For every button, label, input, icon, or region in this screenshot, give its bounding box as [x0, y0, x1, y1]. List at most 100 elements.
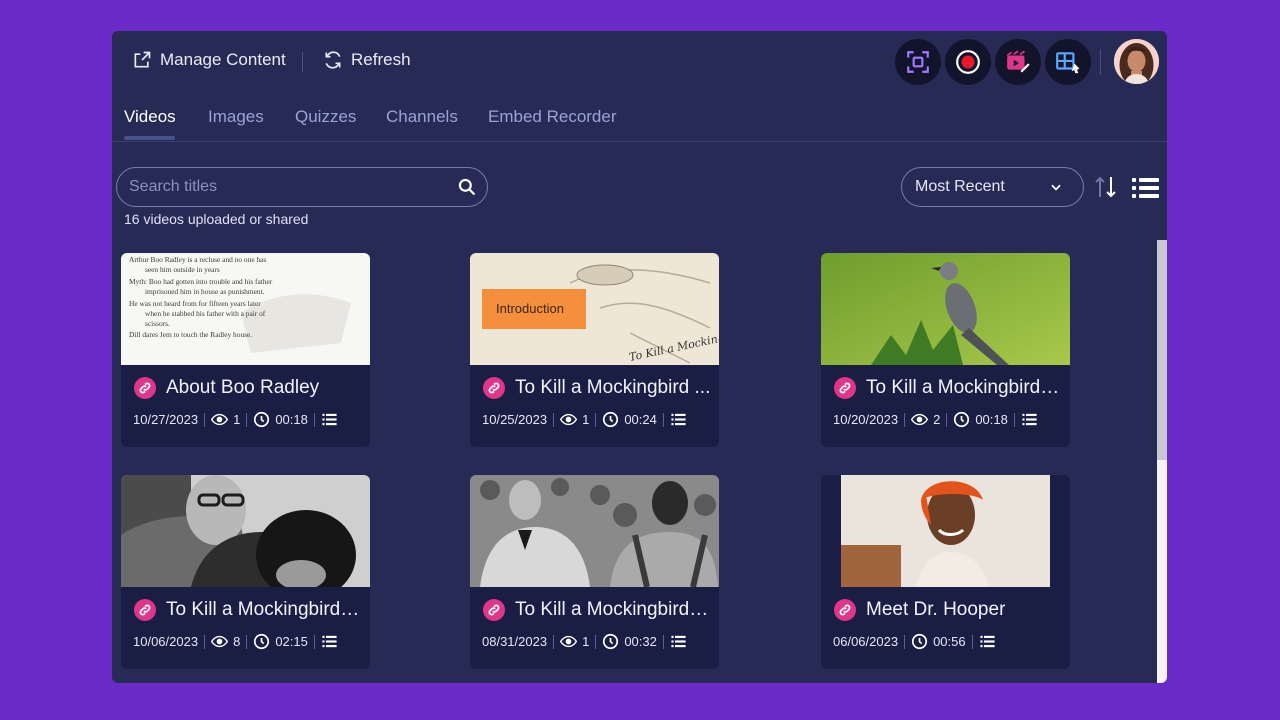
- chapters-list-icon[interactable]: [1021, 411, 1038, 428]
- chapters-list-icon[interactable]: [670, 633, 687, 650]
- search-icon[interactable]: [457, 177, 477, 197]
- manage-content-button[interactable]: Manage Content: [132, 50, 286, 70]
- slide-text-line: Myth: Boo had gotten into trouble and hi…: [129, 277, 273, 286]
- clock-icon: [954, 411, 970, 428]
- link-icon: [483, 599, 505, 621]
- clock-icon: [911, 633, 928, 650]
- slide-text-line: imprisoned him in house as punishment.: [145, 287, 265, 296]
- video-editor-button[interactable]: [995, 39, 1041, 85]
- record-icon: [956, 50, 980, 74]
- tab-embed-recorder[interactable]: Embed Recorder: [488, 107, 617, 127]
- tab-videos[interactable]: Videos: [124, 107, 176, 127]
- tab-channels[interactable]: Channels: [386, 107, 458, 127]
- sort-direction-icon[interactable]: [1092, 173, 1120, 201]
- video-title: To Kill a Mockingbird ...: [515, 377, 711, 398]
- video-date: 06/06/2023: [833, 634, 899, 649]
- slide-text-line: seen him outside in years: [145, 265, 220, 274]
- chapters-list-icon[interactable]: [670, 411, 687, 428]
- video-meta: 08/31/2023 1 00:32: [482, 633, 692, 650]
- screenshot-button[interactable]: [895, 39, 941, 85]
- grid-tool-button[interactable]: [1045, 39, 1091, 85]
- eye-icon: [560, 413, 578, 426]
- video-thumbnail: [470, 475, 719, 587]
- chapters-list-icon[interactable]: [979, 633, 996, 650]
- video-date: 10/20/2023: [833, 412, 899, 427]
- user-avatar[interactable]: [1114, 39, 1159, 84]
- chevron-down-icon: [1051, 184, 1061, 191]
- chapters-list-icon[interactable]: [321, 633, 338, 650]
- screenshot-icon: [907, 51, 929, 73]
- top-bar: Manage Content Refresh: [112, 31, 1167, 93]
- video-count-text: 16 videos uploaded or shared: [124, 211, 309, 227]
- video-meta: 10/27/2023 1 00:18: [133, 411, 343, 428]
- video-duration: 00:18: [275, 412, 308, 427]
- video-title: About Boo Radley: [166, 377, 320, 398]
- video-meta: 10/06/2023 8 02:15: [133, 633, 343, 650]
- video-thumbnail: Arthur Boo Radley is a recluse and no on…: [121, 253, 370, 365]
- sort-selected-value: Most Recent: [915, 178, 1005, 195]
- clock-icon: [254, 411, 270, 428]
- view-count: 1: [582, 412, 590, 427]
- video-duration: 00:24: [624, 412, 657, 427]
- video-date: 10/25/2023: [482, 412, 548, 427]
- video-title: To Kill a Mockingbird: ...: [515, 599, 713, 620]
- video-meta: 10/25/2023 1 00:24: [482, 411, 692, 428]
- video-card[interactable]: Introduction To Kill a Mockingbird by To…: [470, 253, 719, 447]
- video-card[interactable]: Arthur Boo Radley is a recluse and no on…: [121, 253, 370, 447]
- tab-images[interactable]: Images: [208, 107, 264, 127]
- eye-icon: [560, 635, 578, 648]
- video-duration: 00:56: [933, 634, 966, 649]
- tools-divider: [1100, 49, 1101, 75]
- video-date: 08/31/2023: [482, 634, 548, 649]
- content-panel: Manage Content Refresh Videos Images Qui…: [112, 31, 1167, 683]
- refresh-button[interactable]: Refresh: [323, 50, 411, 70]
- video-card[interactable]: To Kill a Mockingbird: ... 10/06/2023 8 …: [121, 475, 370, 669]
- clock-icon: [603, 633, 619, 650]
- tab-quizzes[interactable]: Quizzes: [295, 107, 356, 127]
- slide-text-line: He was not heard from for fifteen years …: [129, 299, 261, 308]
- video-thumbnail: [121, 475, 370, 587]
- toolbar-divider: [302, 52, 303, 72]
- content-tabs: Videos Images Quizzes Channels Embed Rec…: [112, 93, 1167, 142]
- sort-dropdown[interactable]: Most Recent: [901, 167, 1084, 207]
- video-card[interactable]: To Kill a Mockingbird: ... 08/31/2023 1 …: [470, 475, 719, 669]
- video-date: 10/27/2023: [133, 412, 199, 427]
- search-input[interactable]: [129, 168, 449, 206]
- scrollbar-thumb[interactable]: [1157, 240, 1167, 460]
- eye-icon: [911, 413, 929, 426]
- slide-text-line: Arthur Boo Radley is a recluse and no on…: [129, 255, 266, 264]
- refresh-icon: [325, 51, 341, 69]
- view-count: 2: [933, 412, 941, 427]
- link-icon: [834, 599, 856, 621]
- eye-icon: [211, 413, 229, 426]
- video-title: Meet Dr. Hooper: [866, 599, 1006, 620]
- refresh-label: Refresh: [351, 50, 411, 69]
- video-duration: 02:15: [275, 634, 308, 649]
- link-icon: [134, 599, 156, 621]
- video-card[interactable]: To Kill a Mockingbird: ... 10/20/2023 2 …: [821, 253, 1070, 447]
- record-button[interactable]: [945, 39, 991, 85]
- view-count: 8: [233, 634, 241, 649]
- video-title: To Kill a Mockingbird: ...: [866, 377, 1064, 398]
- video-thumbnail: [821, 475, 1070, 587]
- search-box: [116, 167, 488, 207]
- video-edit-icon: [1006, 50, 1030, 73]
- video-date: 10/06/2023: [133, 634, 199, 649]
- slide-text-line: scissors.: [145, 319, 170, 328]
- slide-text-line: Dill dares Jem to touch the Radley house…: [129, 330, 252, 339]
- video-duration: 00:32: [624, 634, 657, 649]
- list-view-icon[interactable]: [1132, 176, 1160, 200]
- video-title: To Kill a Mockingbird: ...: [166, 599, 364, 620]
- external-link-icon: [134, 51, 151, 68]
- link-icon: [134, 377, 156, 399]
- video-thumbnail: [821, 253, 1070, 365]
- video-meta: 06/06/2023 00:56: [833, 633, 1001, 650]
- chapters-list-icon[interactable]: [321, 411, 338, 428]
- eye-icon: [211, 635, 229, 648]
- manage-content-label: Manage Content: [160, 50, 286, 69]
- video-duration: 00:18: [975, 412, 1008, 427]
- slide-text-line: when he stabbed his father with a pair o…: [145, 309, 266, 318]
- video-card[interactable]: Meet Dr. Hooper 06/06/2023 00:56: [821, 475, 1070, 669]
- thumb-label: Introduction: [496, 301, 564, 316]
- clock-icon: [254, 633, 270, 650]
